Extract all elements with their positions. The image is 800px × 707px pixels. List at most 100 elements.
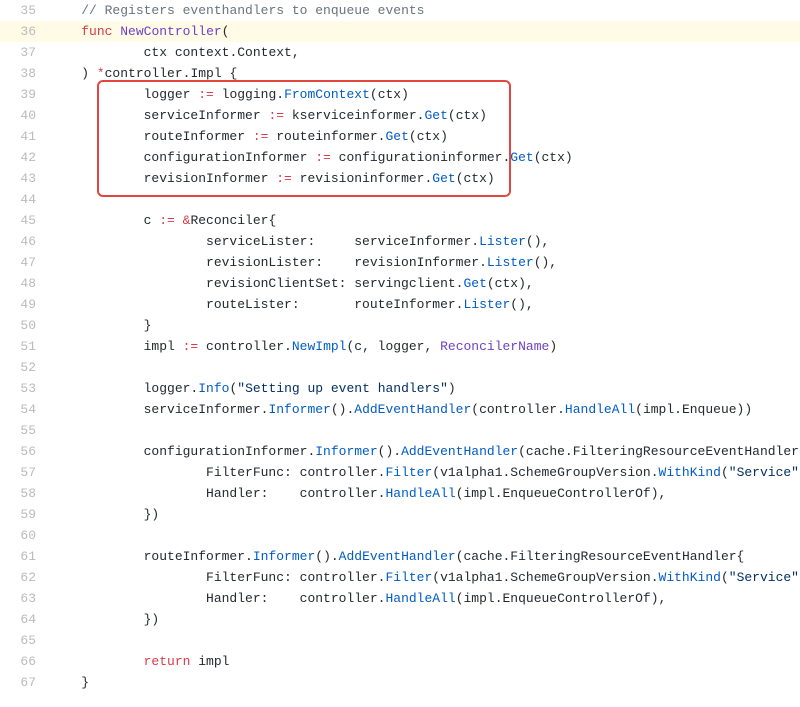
token: ) xyxy=(50,66,97,81)
token: ) xyxy=(448,381,456,396)
code-line: 35 // Registers eventhandlers to enqueue… xyxy=(0,0,800,21)
code-line: 44 xyxy=(0,189,800,210)
code-line: 38 ) *controller.Impl { xyxy=(0,63,800,84)
code-line: 51 impl := controller.NewImpl(c, logger,… xyxy=(0,336,800,357)
code-content: ctx context.Context, xyxy=(48,42,800,63)
code-content: revisionLister: revisionInformer.Lister(… xyxy=(48,252,800,273)
token: NewImpl xyxy=(292,339,347,354)
token: Filter xyxy=(385,465,432,480)
code-line: 52 xyxy=(0,357,800,378)
token: logger. xyxy=(50,381,198,396)
code-line: 63 Handler: controller.HandleAll(impl.En… xyxy=(0,588,800,609)
token xyxy=(175,213,183,228)
token: Get xyxy=(424,108,447,123)
code-content xyxy=(48,525,800,546)
line-number: 41 xyxy=(0,126,48,147)
token: ) xyxy=(549,339,557,354)
code-line: 56 configurationInformer.Informer().AddE… xyxy=(0,441,800,462)
token: Lister xyxy=(463,297,510,312)
token: (ctx), xyxy=(487,276,534,291)
line-number: 40 xyxy=(0,105,48,126)
token: (), xyxy=(534,255,557,270)
token: NewController xyxy=(120,24,221,39)
token: Reconciler{ xyxy=(190,213,276,228)
code-line: 64 }) xyxy=(0,609,800,630)
token: } xyxy=(50,675,89,690)
code-content xyxy=(48,189,800,210)
line-number: 50 xyxy=(0,315,48,336)
code-content: } xyxy=(48,672,800,693)
token: impl xyxy=(50,339,183,354)
token: routeLister: routeInformer. xyxy=(50,297,463,312)
token: (impl.Enqueue)) xyxy=(635,402,752,417)
token: Informer xyxy=(268,402,330,417)
code-line: 60 xyxy=(0,525,800,546)
token: (v1alpha1.SchemeGroupVersion. xyxy=(432,465,658,480)
code-content: revisionClientSet: servingclient.Get(ctx… xyxy=(48,273,800,294)
code-content: serviceLister: serviceInformer.Lister(), xyxy=(48,231,800,252)
line-number: 47 xyxy=(0,252,48,273)
code-line: 59 }) xyxy=(0,504,800,525)
token: HandleAll xyxy=(565,402,635,417)
token: Get xyxy=(510,150,533,165)
token: (impl.EnqueueControllerOf), xyxy=(456,486,667,501)
token: routeInformer. xyxy=(50,549,253,564)
code-content: Handler: controller.HandleAll(impl.Enque… xyxy=(48,588,800,609)
code-line: 65 xyxy=(0,630,800,651)
code-line: 39 logger := logging.FromContext(ctx) xyxy=(0,84,800,105)
line-number: 56 xyxy=(0,441,48,462)
line-number: 66 xyxy=(0,651,48,672)
line-number: 35 xyxy=(0,0,48,21)
line-number: 38 xyxy=(0,63,48,84)
code-line: 40 serviceInformer := kserviceinformer.G… xyxy=(0,105,800,126)
line-number: 58 xyxy=(0,483,48,504)
line-number: 54 xyxy=(0,399,48,420)
token: Lister xyxy=(479,234,526,249)
token: (). xyxy=(315,549,338,564)
code-content: impl := controller.NewImpl(c, logger, Re… xyxy=(48,336,800,357)
code-line: 49 routeLister: routeInformer.Lister(), xyxy=(0,294,800,315)
token: controller xyxy=(105,66,183,81)
token: ( xyxy=(721,570,729,585)
token: revisionClientSet: servingclient. xyxy=(50,276,463,291)
line-number: 45 xyxy=(0,210,48,231)
code-line: 36 func NewController( xyxy=(0,21,800,42)
code-content: routeInformer := routeinformer.Get(ctx) xyxy=(48,126,800,147)
code-line: 43 revisionInformer := revisioninformer.… xyxy=(0,168,800,189)
token: HandleAll xyxy=(385,591,455,606)
token: return xyxy=(144,654,191,669)
token: (ctx) xyxy=(534,150,573,165)
line-number: 57 xyxy=(0,462,48,483)
line-number: 43 xyxy=(0,168,48,189)
code-content: return impl xyxy=(48,651,800,672)
token xyxy=(50,423,58,438)
code-content: } xyxy=(48,315,800,336)
token: ctx context xyxy=(50,45,229,60)
token: impl xyxy=(190,654,229,669)
code-content: routeInformer.Informer().AddEventHandler… xyxy=(48,546,800,567)
code-content: serviceInformer.Informer().AddEventHandl… xyxy=(48,399,800,420)
token: revisioninformer. xyxy=(292,171,432,186)
code-list: 35 // Registers eventhandlers to enqueue… xyxy=(0,0,800,693)
code-line: 67 } xyxy=(0,672,800,693)
token: ( xyxy=(222,24,230,39)
token: := xyxy=(183,339,199,354)
code-line: 45 c := &Reconciler{ xyxy=(0,210,800,231)
token: c xyxy=(50,213,159,228)
code-content: FilterFunc: controller.Filter(v1alpha1.S… xyxy=(48,567,800,588)
token: WithKind xyxy=(659,465,721,480)
token: Filter xyxy=(385,570,432,585)
token: logging. xyxy=(214,87,284,102)
token: Get xyxy=(463,276,486,291)
token: (). xyxy=(331,402,354,417)
code-line: 53 logger.Info("Setting up event handler… xyxy=(0,378,800,399)
token: (), xyxy=(526,234,549,249)
line-number: 64 xyxy=(0,609,48,630)
line-number: 53 xyxy=(0,378,48,399)
token: kserviceinformer. xyxy=(284,108,424,123)
line-number: 59 xyxy=(0,504,48,525)
token: Context xyxy=(237,45,292,60)
token: := xyxy=(198,87,214,102)
code-line: 58 Handler: controller.HandleAll(impl.En… xyxy=(0,483,800,504)
line-number: 63 xyxy=(0,588,48,609)
